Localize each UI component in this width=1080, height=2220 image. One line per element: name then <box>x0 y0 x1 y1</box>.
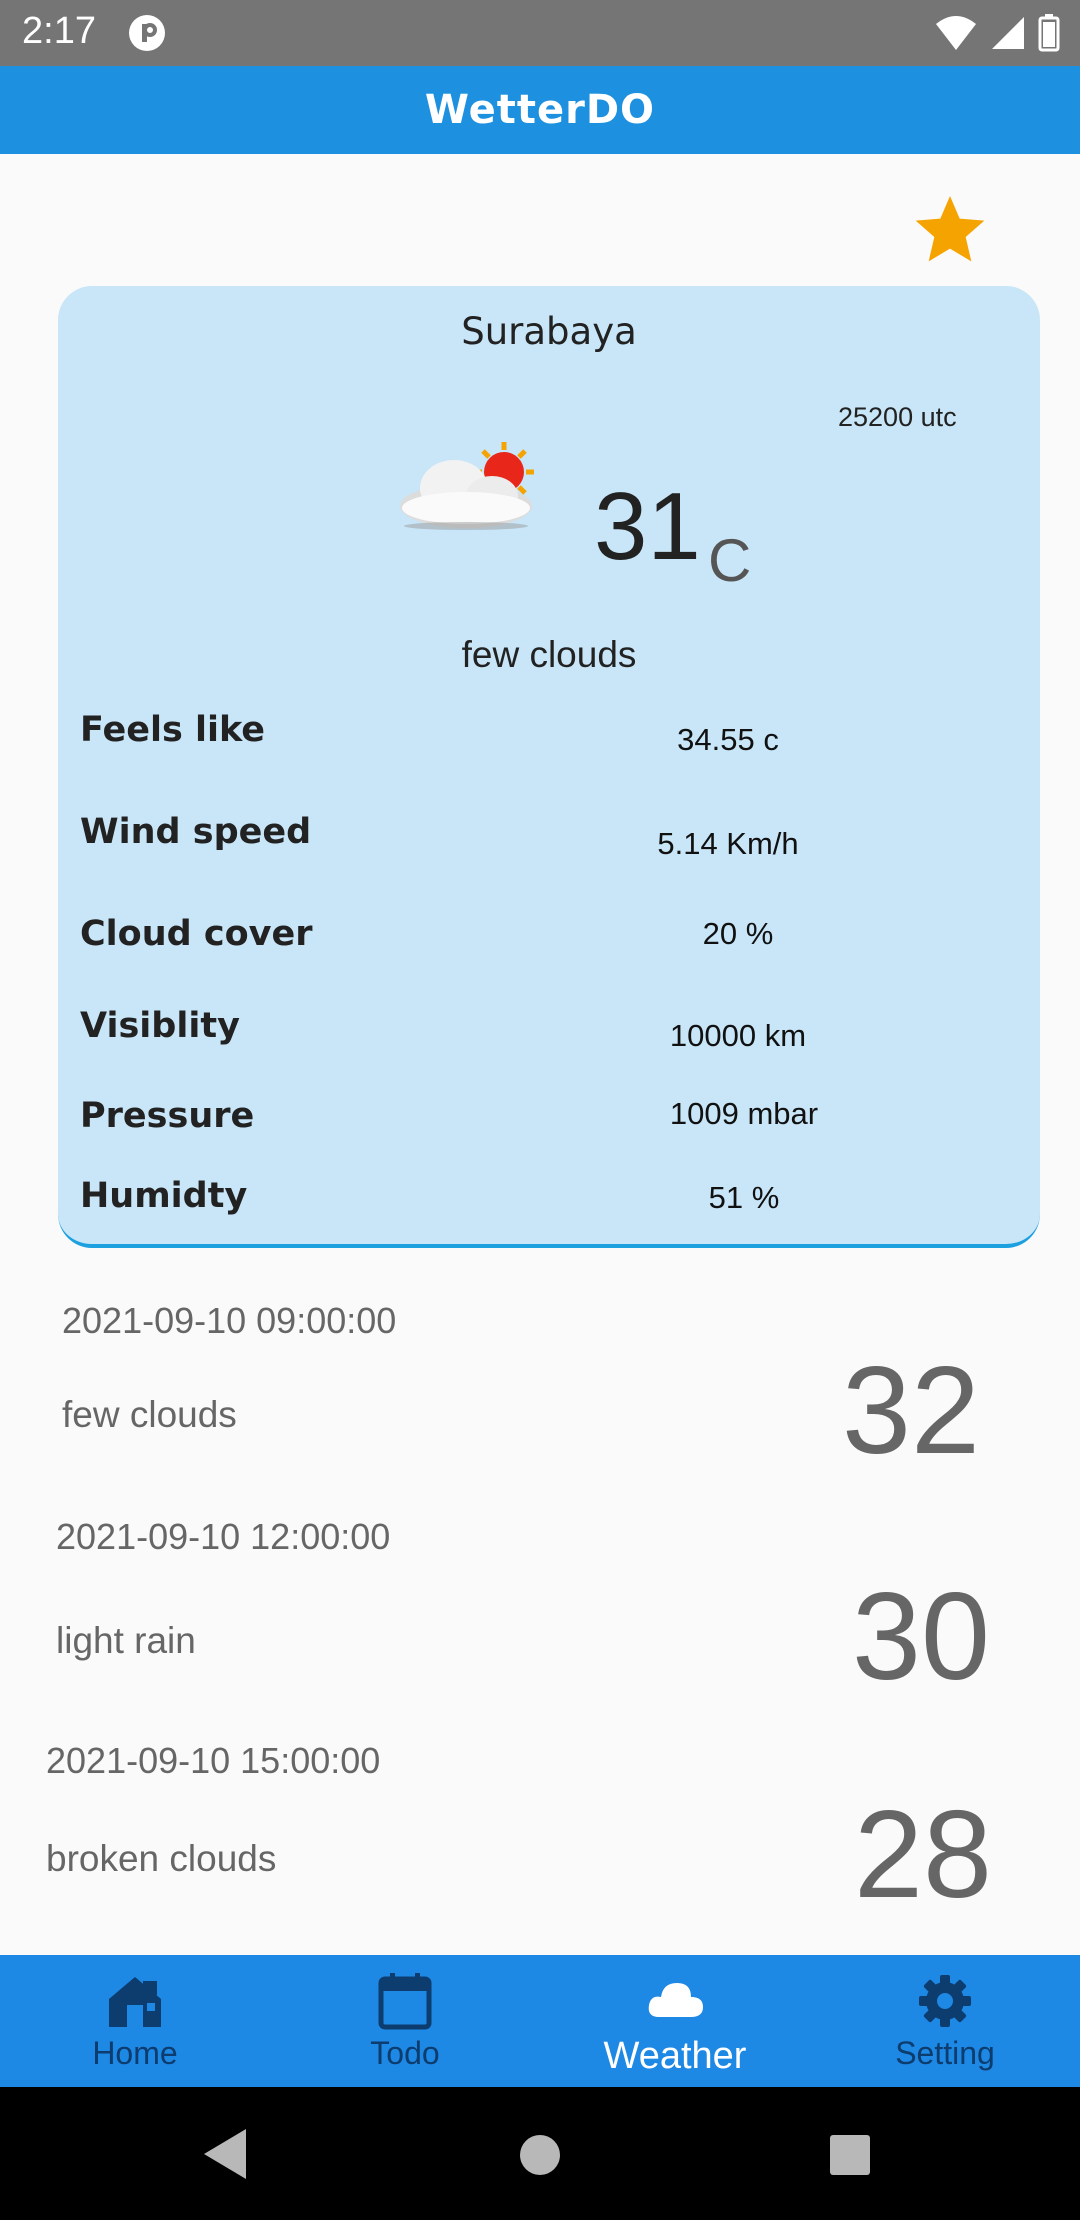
current-weather-card: Surabaya 25200 utc 31 C few clouds Feels… <box>58 286 1040 1248</box>
detail-cloud-cover: Cloud cover 20 % <box>58 914 1040 974</box>
app-notification-icon <box>129 15 165 51</box>
detail-label: Humidty <box>80 1176 248 1216</box>
gear-icon <box>919 1975 971 2027</box>
system-navigation-bar <box>0 2087 1080 2220</box>
forecast-date: 2021-09-10 15:00:00 <box>46 1740 381 1781</box>
utc-offset: 25200 utc <box>838 402 957 432</box>
detail-wind-speed: Wind speed 5.14 Km/h <box>58 812 1040 872</box>
forecast-description: few clouds <box>62 1394 237 1435</box>
current-temperature: 31 <box>594 473 701 580</box>
detail-label: Wind speed <box>80 812 312 852</box>
signal-icon <box>992 17 1024 49</box>
forecast-temperature: 28 <box>854 1786 992 1924</box>
nav-label: Weather <box>603 2035 747 2077</box>
calendar-icon <box>378 1973 432 2030</box>
nav-home[interactable]: Home <box>0 1955 270 2087</box>
recents-icon[interactable] <box>828 2133 872 2177</box>
temperature-unit: C <box>708 527 752 594</box>
forecast-description: broken clouds <box>46 1838 277 1879</box>
detail-value: 20 % <box>702 916 774 951</box>
status-icons <box>934 14 1060 52</box>
forecast-temperature: 32 <box>842 1342 980 1480</box>
city-name: Surabaya <box>461 310 637 353</box>
detail-value: 51 % <box>708 1180 780 1215</box>
app-bar: WetterDO <box>0 66 1080 154</box>
nav-label: Setting <box>895 2035 995 2071</box>
partly-cloudy-icon <box>400 442 534 530</box>
detail-feels-like: Feels like 34.55 c <box>58 710 1040 770</box>
forecast-description: light rain <box>56 1620 196 1661</box>
status-bar: 2:17 <box>0 0 1080 66</box>
home-icon <box>109 1977 161 2027</box>
forecast-temperature: 30 <box>852 1568 990 1706</box>
nav-weather[interactable]: Weather <box>540 1955 810 2087</box>
home-button-icon[interactable] <box>518 2133 562 2177</box>
detail-value: 5.14 Km/h <box>657 826 799 861</box>
nav-todo[interactable]: Todo <box>270 1955 540 2087</box>
forecast-item[interactable]: 2021-09-10 15:00:00 broken clouds 28 <box>0 1740 1080 1960</box>
detail-value: 1009 mbar <box>669 1096 819 1131</box>
detail-label: Cloud cover <box>80 914 313 954</box>
detail-label: Visiblity <box>80 1006 240 1046</box>
cloud-icon <box>648 1983 703 2017</box>
forecast-item[interactable]: 2021-09-10 12:00:00 light rain 30 <box>0 1516 1080 1736</box>
forecast-date: 2021-09-10 12:00:00 <box>56 1516 391 1557</box>
favorite-star-icon[interactable] <box>910 190 990 270</box>
app-title: WetterDO <box>424 87 656 133</box>
forecast-item[interactable]: 2021-09-10 09:00:00 few clouds 32 <box>0 1296 1080 1516</box>
nav-label: Home <box>92 2035 178 2071</box>
detail-visibility: Visiblity 10000 km <box>58 1006 1040 1066</box>
detail-humidity: Humidty 51 % <box>58 1176 1040 1236</box>
battery-icon <box>1038 14 1060 52</box>
wifi-icon <box>936 16 976 50</box>
bottom-navigation: Home Todo Weather Setting <box>0 1955 1080 2087</box>
nav-label: Todo <box>370 2035 440 2071</box>
weather-description: few clouds <box>461 634 637 675</box>
detail-value: 10000 km <box>669 1018 807 1053</box>
nav-setting[interactable]: Setting <box>810 1955 1080 2087</box>
detail-pressure: Pressure 1009 mbar <box>58 1096 1040 1156</box>
back-icon[interactable] <box>200 2127 250 2181</box>
detail-label: Pressure <box>80 1096 255 1136</box>
detail-value: 34.55 c <box>677 722 779 757</box>
forecast-date: 2021-09-10 09:00:00 <box>62 1300 397 1341</box>
status-time: 2:17 <box>22 10 96 52</box>
detail-label: Feels like <box>80 710 266 750</box>
